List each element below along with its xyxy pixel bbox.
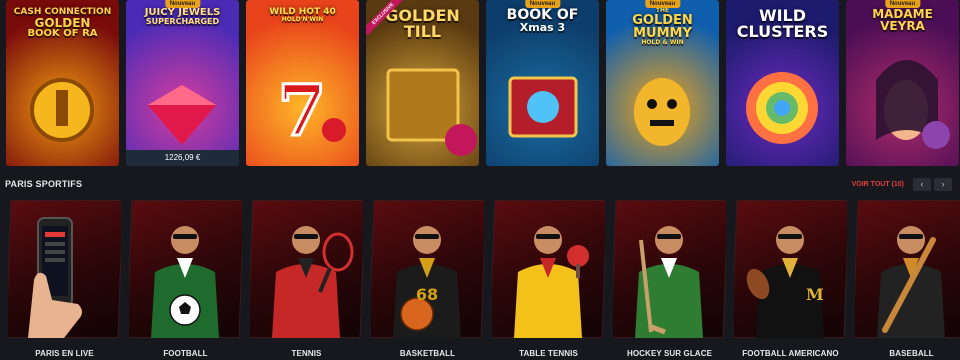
- game-title-line: SUPERCHARGED: [145, 17, 220, 26]
- game-tile-wild-hot-40[interactable]: 7 WILD HOT 40 HOLD'N'WIN: [246, 0, 359, 166]
- sport-card-basketball[interactable]: 68 BASKETBALL: [371, 200, 484, 360]
- chevron-left-icon[interactable]: ‹: [913, 177, 931, 191]
- new-badge: Nouveau: [164, 0, 201, 8]
- game-title-line: HOLD'N'WIN: [281, 16, 324, 23]
- sports-section-header: PARIS SPORTIFS VOIR TOUT (10) ‹ ›: [5, 176, 952, 192]
- game-title: THE GOLDEN MUMMY HOLD & WIN: [610, 8, 715, 46]
- sport-card-table-tennis[interactable]: TABLE TENNIS: [492, 200, 605, 360]
- game-title-line: BOOK OF: [506, 7, 579, 23]
- jackpot-amount: 1226,09 €: [126, 150, 239, 166]
- sport-label: HOCKEY SUR GLACE: [626, 349, 713, 358]
- game-tile-juicy-jewels[interactable]: JUICY JEWELS SUPERCHARGED Nouveau 1226,09 €: [126, 0, 239, 166]
- chevron-right-icon[interactable]: ›: [934, 177, 952, 191]
- game-title-line: Xmas 3: [519, 21, 566, 34]
- game-title-line: HOLD & WIN: [641, 39, 684, 46]
- phone-icon: [28, 217, 82, 338]
- svg-text:68: 68: [416, 285, 438, 304]
- game-title: MADAME VEYRA: [850, 8, 955, 32]
- svg-text:7: 7: [278, 69, 327, 152]
- game-carousel: CASH CONNECTION GOLDEN BOOK OF RA JUICY JEW…: [0, 0, 960, 166]
- soccer-ball-icon: [151, 226, 219, 338]
- game-title-line: VEYRA: [880, 19, 925, 33]
- ping-pong-paddle-icon: [514, 226, 589, 338]
- baseball-bat-icon: [877, 226, 945, 338]
- sport-card-football-americano[interactable]: M FOOTBALL AMERICANO: [734, 200, 847, 360]
- game-tile-golden-mummy[interactable]: THE GOLDEN MUMMY HOLD & WIN Nouveau: [606, 0, 719, 166]
- sport-card-tennis[interactable]: TENNIS: [250, 200, 363, 360]
- game-title-line: BOOK OF RA: [27, 28, 98, 39]
- sport-card-hockey[interactable]: HOCKEY SUR GLACE: [613, 200, 726, 360]
- game-title: BOOK OF Xmas 3: [490, 8, 595, 33]
- game-title: CASH CONNECTION GOLDEN BOOK OF RA: [10, 8, 115, 39]
- section-title: PARIS SPORTIFS: [5, 179, 83, 189]
- game-art-icon: 7: [276, 68, 346, 154]
- game-title: WILD HOT 40 HOLD'N'WIN: [250, 8, 355, 23]
- game-tile-cash-connection[interactable]: CASH CONNECTION GOLDEN BOOK OF RA: [6, 0, 119, 166]
- sport-label: PARIS EN LIVE: [35, 349, 94, 358]
- new-badge: Nouveau: [884, 0, 921, 8]
- sport-label: BASKETBALL: [399, 349, 456, 358]
- sport-label: FOOTBALL AMERICANO: [742, 349, 839, 358]
- sport-label: BASEBALL: [889, 349, 934, 358]
- game-title-line: TILL: [403, 22, 442, 41]
- svg-text:M: M: [806, 285, 824, 304]
- sport-card-paris-en-live[interactable]: PARIS EN LIVE: [8, 200, 121, 360]
- game-tile-book-of-xmas-3[interactable]: BOOK OF Xmas 3 Nouveau: [486, 0, 599, 166]
- hockey-stick-icon: [635, 226, 703, 338]
- game-tile-golden-till[interactable]: GOLDEN TILL EXCLUSIVE: [366, 0, 479, 166]
- tennis-racket-icon: [272, 226, 354, 338]
- casino-home: CASH CONNECTION GOLDEN BOOK OF RA JUICY JEW…: [0, 0, 960, 360]
- sport-card-football[interactable]: FOOTBALL: [129, 200, 242, 360]
- basketball-icon: 68: [393, 226, 461, 338]
- sports-carousel: PARIS EN LIVE FOOTBALL TENNIS 68 BASKETBA…: [8, 200, 960, 360]
- game-tile-wild-clusters[interactable]: WILD CLUSTERS: [726, 0, 839, 166]
- game-title-line: CLUSTERS: [736, 22, 829, 41]
- american-football-icon: M: [746, 226, 824, 338]
- game-tile-madame-veyra[interactable]: MADAME VEYRA Nouveau: [846, 0, 959, 166]
- game-title: JUICY JEWELS SUPERCHARGED: [130, 8, 235, 26]
- game-title: WILD CLUSTERS: [730, 8, 835, 40]
- sport-label: FOOTBALL: [163, 349, 208, 358]
- new-badge: Nouveau: [524, 0, 561, 8]
- sport-label: TENNIS: [291, 349, 322, 358]
- see-all-link[interactable]: VOIR TOUT (10): [852, 181, 904, 188]
- sport-label: TABLE TENNIS: [519, 349, 578, 358]
- new-badge: Nouveau: [644, 0, 681, 8]
- sport-card-baseball[interactable]: BASEBALL: [855, 200, 960, 360]
